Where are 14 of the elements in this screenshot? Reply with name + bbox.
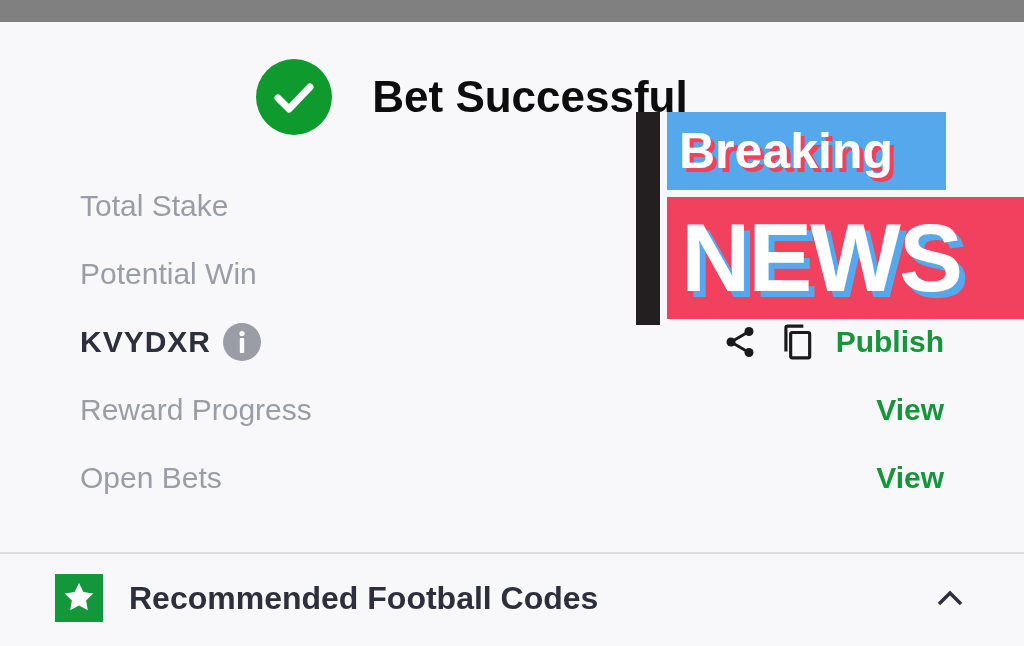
check-circle-icon <box>256 59 333 135</box>
publish-link[interactable]: Publish <box>835 325 944 359</box>
row-label: Total Stake <box>80 189 229 223</box>
chevron-up-icon[interactable] <box>936 589 964 607</box>
breaking-label: Breaking <box>667 112 946 190</box>
row-label: Reward Progress <box>80 393 312 427</box>
booking-code: KVYDXR <box>80 325 212 359</box>
news-label: NEWS <box>667 197 1024 319</box>
row-label: Potential Win <box>80 257 257 291</box>
section-title: Recommended Football Codes <box>129 579 600 617</box>
view-link[interactable]: View <box>876 393 944 427</box>
view-link[interactable]: View <box>876 461 944 495</box>
info-icon[interactable] <box>223 323 262 361</box>
row-label: Open Bets <box>80 461 222 495</box>
